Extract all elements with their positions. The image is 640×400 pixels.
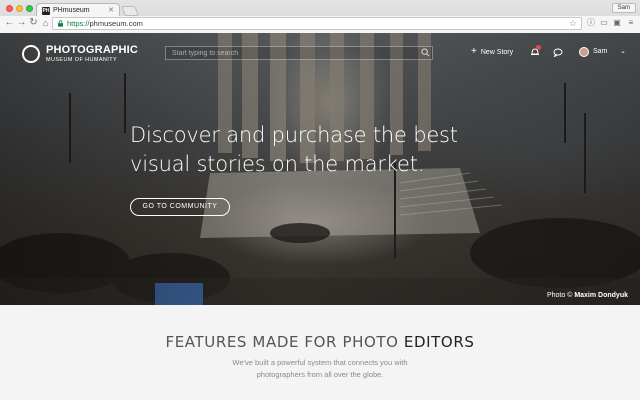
avatar[interactable] bbox=[579, 47, 589, 57]
site-logo[interactable]: PHOTOGRAPHIC MUSEUM OF HUMANITY bbox=[22, 43, 138, 69]
new-tab-button[interactable] bbox=[121, 6, 139, 16]
hero-section: PHOTOGRAPHIC MUSEUM OF HUMANITY +New Sto… bbox=[0, 33, 640, 305]
address-bar[interactable]: https://phmuseum.com ☆ bbox=[52, 17, 582, 30]
maximize-window-button[interactable] bbox=[26, 5, 33, 12]
user-name[interactable]: Sam bbox=[593, 47, 607, 57]
browser-tab[interactable]: PH PHmuseum ✕ bbox=[36, 3, 120, 17]
close-window-button[interactable] bbox=[6, 5, 13, 12]
chat-icon[interactable] bbox=[553, 48, 563, 57]
extension-icon[interactable]: ▣ bbox=[612, 18, 622, 28]
url-text: https://phmuseum.com bbox=[67, 19, 143, 28]
menu-icon[interactable]: ≡ bbox=[626, 18, 636, 28]
cast-icon[interactable]: ▭ bbox=[599, 18, 609, 28]
home-icon[interactable]: ⌂ bbox=[40, 17, 51, 29]
new-story-label: New Story bbox=[480, 49, 514, 56]
notification-badge bbox=[536, 45, 541, 50]
lock-icon bbox=[58, 20, 63, 27]
info-icon[interactable]: ⓘ bbox=[586, 18, 596, 28]
browser-chrome: PH PHmuseum ✕ Sam ← → ↻ ⌂ https://phmuse… bbox=[0, 0, 640, 33]
minimize-window-button[interactable] bbox=[16, 5, 23, 12]
photo-credit: Photo © Maxim Dondyuk bbox=[546, 292, 628, 299]
reload-icon[interactable]: ↻ bbox=[28, 17, 39, 29]
chevron-down-icon[interactable]: ⌄ bbox=[620, 47, 626, 57]
features-subtitle: We've built a powerful system that conne… bbox=[232, 358, 408, 379]
features-title: FEATURES MADE FOR PHOTO EDITORS bbox=[165, 333, 475, 351]
new-story-link[interactable]: + New Story bbox=[471, 47, 513, 58]
star-icon[interactable]: ☆ bbox=[569, 18, 577, 29]
logo-subtitle: MUSEUM OF HUMANITY bbox=[46, 57, 118, 63]
tab-title: PHmuseum bbox=[53, 7, 90, 14]
profile-button[interactable]: Sam bbox=[611, 3, 636, 13]
tab-strip: PH PHmuseum ✕ Sam bbox=[0, 0, 640, 17]
favicon-icon: PH bbox=[42, 7, 50, 15]
features-section: FEATURES MADE FOR PHOTO EDITORS We've bu… bbox=[0, 305, 640, 400]
logo-title: PHOTOGRAPHIC bbox=[46, 44, 139, 56]
tab-close-icon[interactable]: ✕ bbox=[108, 6, 114, 14]
search-icon[interactable] bbox=[421, 48, 430, 57]
back-arrow-icon[interactable]: ← bbox=[4, 17, 15, 29]
hero-headline: Discover and purchase the best visual st… bbox=[130, 123, 458, 176]
browser-toolbar: ← → ↻ ⌂ https://phmuseum.com ☆ ⓘ ▭ ▣ ≡ bbox=[0, 16, 640, 33]
logo-icon bbox=[22, 45, 40, 63]
go-to-community-button[interactable]: GO TO COMMUNITY bbox=[130, 198, 230, 216]
forward-arrow-icon[interactable]: → bbox=[16, 17, 27, 29]
plus-icon: + bbox=[471, 46, 477, 57]
search-input[interactable] bbox=[165, 46, 433, 60]
